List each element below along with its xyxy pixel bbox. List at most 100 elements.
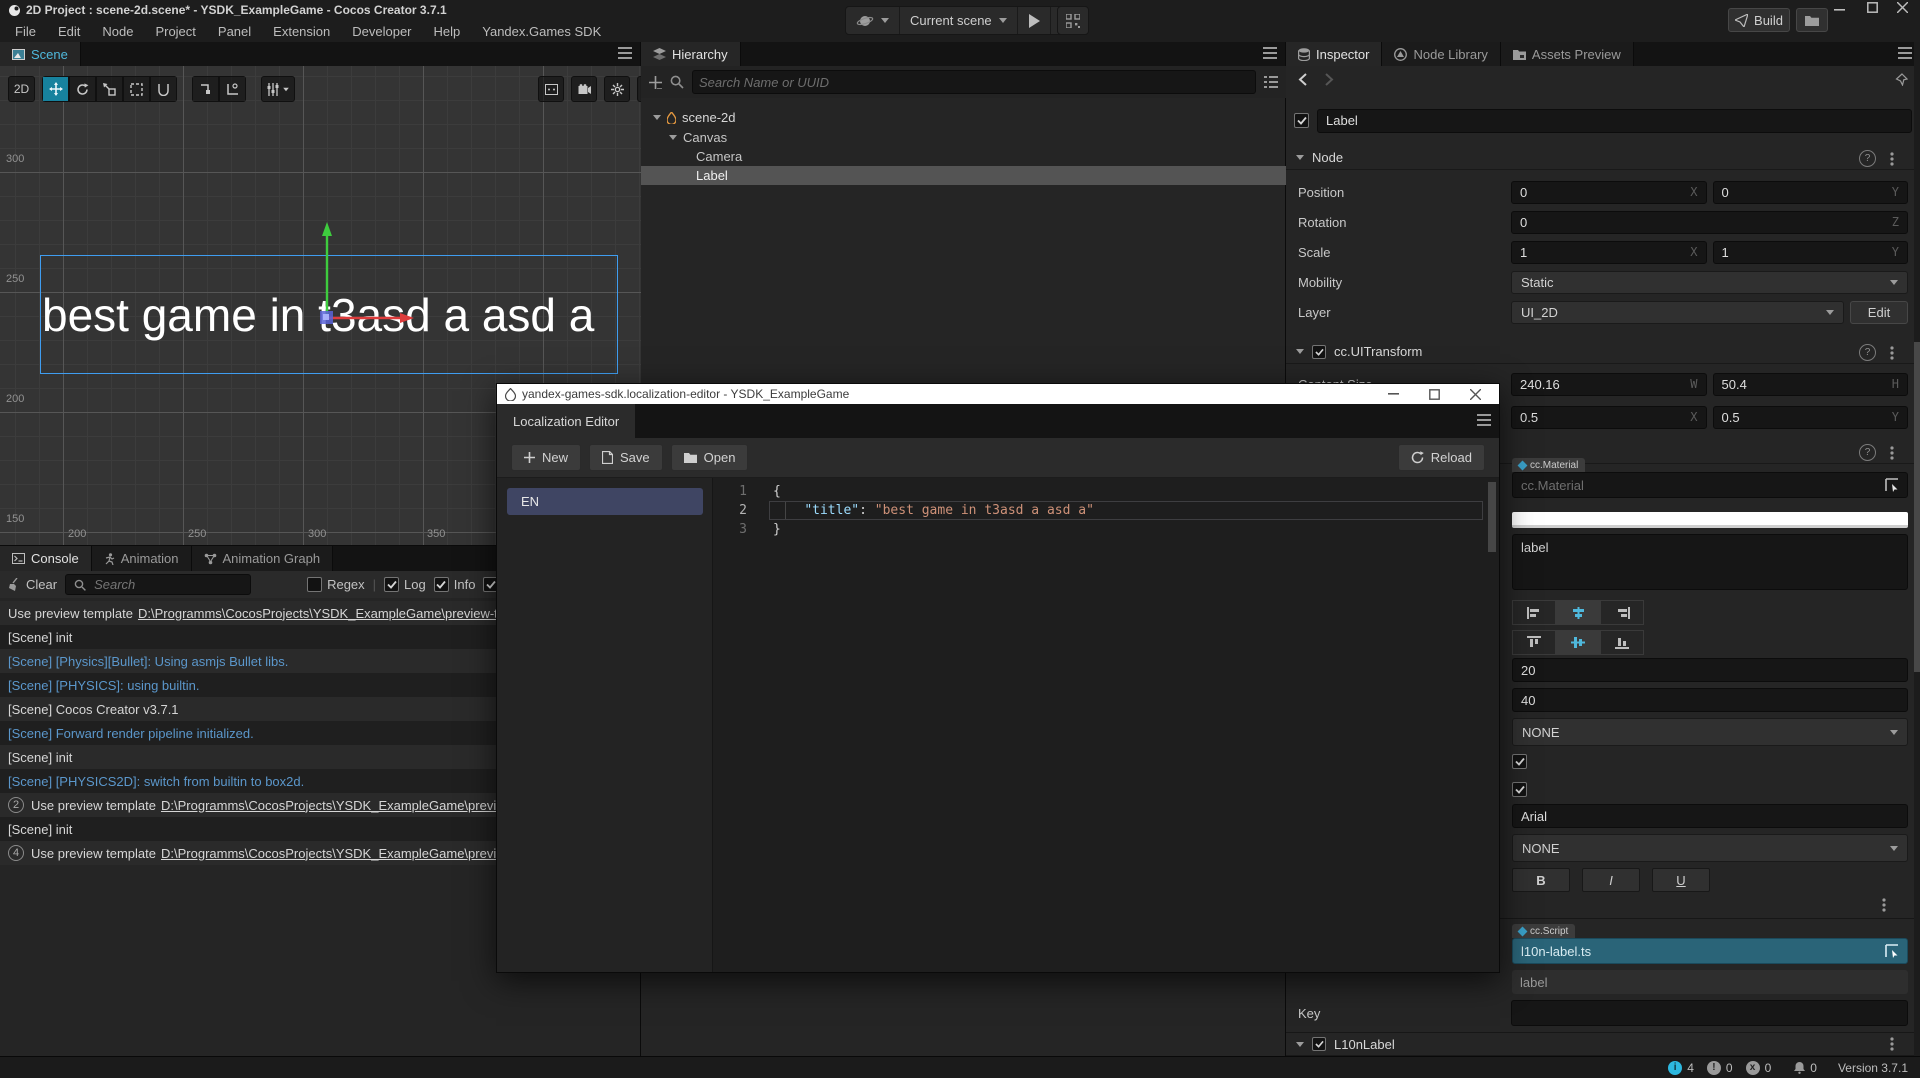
align-right-button[interactable] bbox=[1600, 600, 1644, 625]
font-family-field[interactable]: Arial bbox=[1512, 804, 1908, 828]
minimize-icon[interactable] bbox=[1388, 393, 1399, 395]
transform-gizmo[interactable] bbox=[250, 216, 430, 336]
rotate-tool-button[interactable] bbox=[69, 76, 96, 102]
log-link[interactable]: D:\Programms\CocosProjects\YSDK_ExampleG… bbox=[138, 606, 537, 621]
help-icon[interactable]: ? bbox=[1859, 150, 1876, 167]
node-enabled-checkbox[interactable] bbox=[1294, 113, 1309, 128]
tree-node-scene[interactable]: scene-2d bbox=[641, 108, 1286, 127]
content-size-h-field[interactable]: 50.4H bbox=[1713, 373, 1909, 396]
menu-edit[interactable]: Edit bbox=[47, 24, 91, 39]
json-code-editor[interactable]: 1 { 2 "title": "best game in t3asd a asd… bbox=[713, 478, 1499, 972]
rotation-z-field[interactable]: 0Z bbox=[1511, 211, 1908, 234]
open-project-folder-button[interactable] bbox=[1796, 8, 1828, 32]
key-input[interactable] bbox=[1511, 1000, 1908, 1026]
aspect-ratio-button[interactable] bbox=[538, 76, 564, 102]
kebab-menu-icon[interactable] bbox=[1882, 898, 1886, 912]
scale-y-field[interactable]: 1Y bbox=[1713, 241, 1909, 264]
pivot-button[interactable] bbox=[192, 76, 219, 102]
scene-settings-button[interactable] bbox=[604, 76, 630, 102]
snap-settings-dropdown[interactable] bbox=[261, 76, 295, 102]
tree-node-canvas[interactable]: Canvas bbox=[641, 128, 1286, 147]
maximize-button[interactable] bbox=[1867, 2, 1878, 13]
align-center-button[interactable] bbox=[1556, 600, 1600, 625]
menu-project[interactable]: Project bbox=[144, 24, 206, 39]
scene-select-dropdown[interactable]: Current scene bbox=[900, 7, 1017, 34]
menu-file[interactable]: File bbox=[4, 24, 47, 39]
scale-x-field[interactable]: 1X bbox=[1511, 241, 1707, 264]
bold-button[interactable]: B bbox=[1512, 868, 1570, 892]
layer-dropdown[interactable]: UI_2D bbox=[1511, 301, 1844, 324]
close-button[interactable] bbox=[1897, 2, 1908, 13]
font-size-field[interactable]: 20 bbox=[1512, 658, 1908, 682]
pin-icon[interactable] bbox=[1895, 73, 1908, 86]
menu-help[interactable]: Help bbox=[423, 24, 472, 39]
inspector-scrollbar[interactable] bbox=[1914, 342, 1920, 672]
error-count[interactable]: x 0 bbox=[1746, 1061, 1772, 1075]
align-bottom-button[interactable] bbox=[1600, 630, 1644, 655]
asset-picker-icon[interactable] bbox=[1885, 944, 1899, 958]
custom-material-field[interactable]: cc.Material bbox=[1512, 472, 1908, 498]
minimize-button[interactable] bbox=[1834, 4, 1848, 16]
clear-console-button[interactable]: Clear bbox=[8, 577, 57, 592]
close-icon[interactable] bbox=[1470, 389, 1481, 400]
info-count[interactable]: i 4 bbox=[1668, 1061, 1694, 1075]
align-left-button[interactable] bbox=[1512, 600, 1556, 625]
cache-mode-dropdown[interactable]: NONE bbox=[1512, 834, 1908, 862]
notification-count[interactable]: 0 bbox=[1794, 1061, 1817, 1075]
mode-2d-button[interactable]: 2D bbox=[8, 76, 35, 102]
align-top-button[interactable] bbox=[1512, 630, 1556, 655]
maximize-icon[interactable] bbox=[1429, 389, 1440, 400]
popup-panel-menu-icon[interactable] bbox=[1477, 414, 1491, 426]
warning-count[interactable]: ! 0 bbox=[1707, 1061, 1733, 1075]
align-middle-button[interactable] bbox=[1556, 630, 1600, 655]
list-view-icon[interactable] bbox=[1264, 76, 1278, 88]
inspector-panel-menu-icon[interactable] bbox=[1898, 47, 1912, 59]
asset-picker-icon[interactable] bbox=[1885, 478, 1899, 492]
tree-node-label[interactable]: Label bbox=[641, 166, 1286, 185]
kebab-menu-icon[interactable] bbox=[1890, 446, 1894, 460]
back-arrow-icon[interactable] bbox=[1298, 73, 1307, 86]
save-button[interactable]: Save bbox=[589, 444, 663, 471]
layer-edit-button[interactable]: Edit bbox=[1850, 301, 1908, 324]
camera-preview-button[interactable] bbox=[571, 76, 597, 102]
open-button[interactable]: Open bbox=[671, 444, 749, 471]
kebab-menu-icon[interactable] bbox=[1890, 152, 1894, 166]
node-section-header[interactable]: Node ? bbox=[1286, 146, 1920, 170]
l10nlabel-section-header[interactable]: L10nLabel bbox=[1286, 1032, 1920, 1056]
preview-target-dropdown[interactable] bbox=[846, 7, 899, 34]
expand-arrow-icon[interactable] bbox=[653, 115, 661, 120]
console-search[interactable] bbox=[65, 574, 251, 595]
uitransform-section-header[interactable]: cc.UITransform ? bbox=[1286, 340, 1920, 364]
qr-preview-button[interactable] bbox=[1057, 6, 1089, 35]
menu-yandex-games-sdk[interactable]: Yandex.Games SDK bbox=[471, 24, 612, 39]
label-string-textarea[interactable]: label bbox=[1512, 534, 1908, 590]
menu-panel[interactable]: Panel bbox=[207, 24, 262, 39]
add-node-icon[interactable] bbox=[649, 76, 662, 89]
kebab-menu-icon[interactable] bbox=[1890, 1037, 1894, 1051]
position-y-field[interactable]: 0Y bbox=[1713, 181, 1909, 204]
move-tool-button[interactable] bbox=[42, 76, 69, 102]
kebab-menu-icon[interactable] bbox=[1890, 346, 1894, 360]
log-filter[interactable]: Log bbox=[384, 577, 426, 592]
reload-button[interactable]: Reload bbox=[1398, 444, 1485, 471]
anchor-y-field[interactable]: 0.5Y bbox=[1713, 406, 1909, 429]
anchor-x-field[interactable]: 0.5X bbox=[1511, 406, 1707, 429]
label-option-checkbox[interactable] bbox=[1512, 782, 1527, 797]
console-search-input[interactable] bbox=[92, 576, 226, 593]
tree-node-camera[interactable]: Camera bbox=[641, 147, 1286, 166]
language-item-en[interactable]: EN bbox=[507, 488, 703, 515]
coordinate-button[interactable] bbox=[219, 76, 246, 102]
log-link[interactable]: D:\Programms\CocosProjects\YSDK_ExampleG… bbox=[161, 798, 539, 813]
line-height-field[interactable]: 40 bbox=[1512, 688, 1908, 712]
overflow-dropdown[interactable]: NONE bbox=[1512, 718, 1908, 746]
build-button[interactable]: Build bbox=[1728, 8, 1790, 32]
forward-arrow-icon[interactable] bbox=[1325, 73, 1334, 86]
mobility-dropdown[interactable]: Static bbox=[1511, 271, 1908, 294]
regex-checkbox[interactable] bbox=[307, 577, 322, 592]
info-checkbox[interactable] bbox=[434, 577, 449, 592]
label-option-checkbox[interactable] bbox=[1512, 754, 1527, 769]
menu-extension[interactable]: Extension bbox=[262, 24, 341, 39]
expand-arrow-icon[interactable] bbox=[669, 135, 677, 140]
node-name-input[interactable] bbox=[1317, 109, 1912, 133]
l10nlabel-enabled-checkbox[interactable] bbox=[1312, 1037, 1326, 1051]
